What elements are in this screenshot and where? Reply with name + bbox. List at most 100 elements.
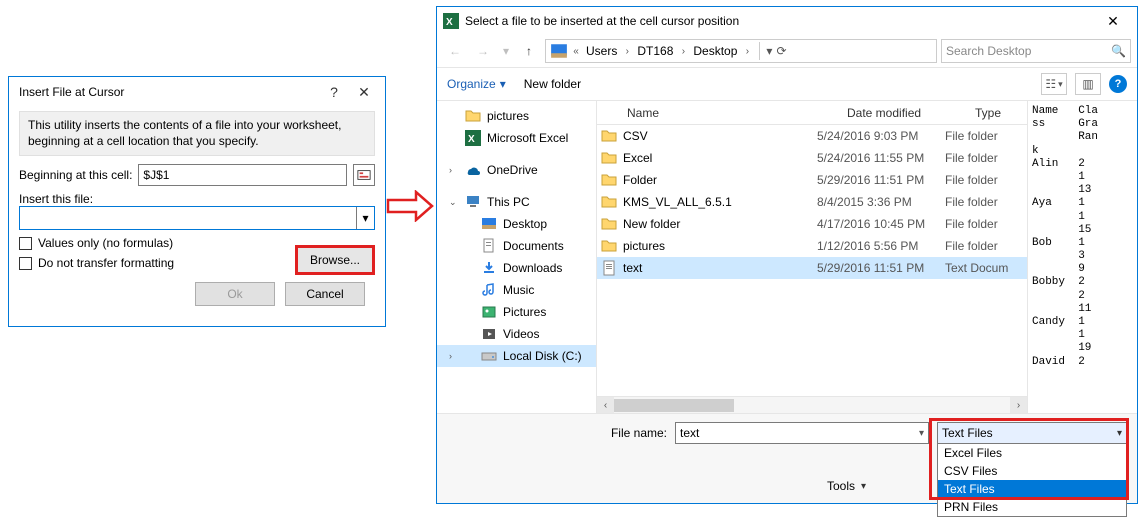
no-transfer-formatting-checkbox[interactable] — [19, 257, 32, 270]
filter-option[interactable]: CSV Files — [938, 462, 1126, 480]
beginning-cell-input[interactable] — [138, 164, 347, 186]
file-date: 5/29/2016 11:51 PM — [817, 261, 945, 275]
preview-pane-button[interactable]: ▥ — [1075, 73, 1101, 95]
help-icon[interactable]: ? — [1109, 75, 1127, 93]
file-name: Folder — [621, 173, 817, 187]
filter-option[interactable]: Excel Files — [938, 444, 1126, 462]
organize-menu[interactable]: Organize▾ — [447, 77, 506, 91]
close-button[interactable]: ✕ — [349, 81, 379, 103]
music-icon — [481, 282, 497, 298]
insert-file-dialog: Insert File at Cursor ? ✕ This utility i… — [8, 76, 386, 327]
up-button[interactable]: ↑ — [517, 39, 541, 63]
forward-button[interactable]: → — [471, 39, 495, 63]
scroll-left-button[interactable]: ‹ — [597, 397, 614, 414]
file-row[interactable]: text5/29/2016 11:51 PMText Docum — [597, 257, 1027, 279]
chevron-right-icon[interactable]: › — [449, 351, 459, 361]
cancel-button[interactable]: Cancel — [285, 282, 365, 306]
nav-documents[interactable]: Documents — [437, 235, 596, 257]
nav-onedrive[interactable]: ›OneDrive — [437, 159, 596, 181]
help-button[interactable]: ? — [319, 81, 349, 103]
beginning-cell-label: Beginning at this cell: — [19, 168, 132, 182]
nav-music[interactable]: Music — [437, 279, 596, 301]
file-row[interactable]: Excel5/24/2016 11:55 PMFile folder — [597, 147, 1027, 169]
file-type-filter[interactable]: Text Files▾ — [937, 422, 1127, 444]
file-type: Text Docum — [945, 261, 1027, 275]
scroll-thumb[interactable] — [614, 399, 734, 412]
history-dropdown[interactable]: ▾ — [499, 39, 513, 63]
onedrive-icon — [465, 162, 481, 178]
values-only-label: Values only (no formulas) — [38, 236, 173, 250]
file-picker-bottom: File name: text▾ Text Files▾ Excel Files… — [437, 413, 1137, 503]
refresh-icon[interactable]: ⟳ — [776, 44, 786, 58]
file-row[interactable]: New folder4/17/2016 10:45 PMFile folder — [597, 213, 1027, 235]
chevron-down-icon[interactable]: ▾ — [766, 44, 772, 58]
new-folder-button[interactable]: New folder — [524, 77, 581, 91]
file-date: 5/24/2016 9:03 PM — [817, 129, 945, 143]
scroll-right-button[interactable]: › — [1010, 397, 1027, 414]
breadcrumb-item[interactable]: Users — [582, 44, 621, 58]
excel-icon: X — [465, 130, 481, 146]
cell-reference-picker-button[interactable] — [353, 164, 375, 186]
downloads-icon — [481, 260, 497, 276]
chevron-down-icon[interactable]: ▾ — [356, 207, 374, 229]
nav-videos[interactable]: Videos — [437, 323, 596, 345]
folder-icon — [597, 150, 621, 166]
file-type: File folder — [945, 239, 1027, 253]
filter-option[interactable]: Text Files — [938, 480, 1126, 498]
breadcrumb-item[interactable]: Desktop — [689, 44, 741, 58]
nav-excel[interactable]: XMicrosoft Excel — [437, 127, 596, 149]
file-row[interactable]: KMS_VL_ALL_6.5.18/4/2015 3:36 PMFile fol… — [597, 191, 1027, 213]
drive-icon — [481, 348, 497, 364]
folder-icon — [597, 172, 621, 188]
insert-file-combobox[interactable]: ▾ — [19, 206, 375, 230]
tools-menu[interactable]: Tools▾ — [827, 479, 866, 493]
view-mode-button[interactable]: ☷ ▾ — [1041, 73, 1067, 95]
chevron-down-icon[interactable]: ▾ — [1117, 428, 1122, 439]
col-date[interactable]: Date modified — [841, 106, 969, 120]
svg-text:X: X — [468, 134, 475, 145]
svg-text:X: X — [446, 17, 453, 28]
file-date: 5/29/2016 11:51 PM — [817, 173, 945, 187]
file-type-filter-dropdown[interactable]: Excel Files CSV Files Text Files PRN Fil… — [937, 444, 1127, 517]
close-button[interactable]: ✕ — [1091, 8, 1135, 34]
col-type[interactable]: Type — [969, 106, 1027, 120]
file-date: 5/24/2016 11:55 PM — [817, 151, 945, 165]
file-row[interactable]: CSV5/24/2016 9:03 PMFile folder — [597, 125, 1027, 147]
filter-option[interactable]: PRN Files — [938, 498, 1126, 516]
nav-desktop[interactable]: Desktop — [437, 213, 596, 235]
col-name[interactable]: Name — [621, 106, 841, 120]
chevron-right-icon: › — [741, 46, 753, 57]
chevron-down-icon: ▾ — [861, 481, 866, 492]
chevron-down-icon[interactable]: ⌄ — [449, 197, 459, 208]
file-row[interactable]: Folder5/29/2016 11:51 PMFile folder — [597, 169, 1027, 191]
nav-this-pc[interactable]: ⌄This PC — [437, 191, 596, 213]
ok-button[interactable]: Ok — [195, 282, 275, 306]
nav-tree[interactable]: pictures XMicrosoft Excel ›OneDrive ⌄Thi… — [437, 101, 597, 413]
nav-pictures[interactable]: Pictures — [437, 301, 596, 323]
back-button[interactable]: ← — [443, 39, 467, 63]
horizontal-scrollbar[interactable]: ‹ › — [597, 396, 1027, 413]
browse-button[interactable]: Browse... — [295, 245, 375, 275]
folder-icon — [597, 238, 621, 254]
file-type: File folder — [945, 195, 1027, 209]
chevron-down-icon[interactable]: ▾ — [919, 428, 924, 439]
documents-icon — [481, 238, 497, 254]
filename-input[interactable]: text▾ — [675, 422, 929, 444]
breadcrumb-bar[interactable]: « Users › DT168 › Desktop › ▾ ⟳ — [545, 39, 937, 63]
nav-local-disk-c[interactable]: ›Local Disk (C:) — [437, 345, 596, 367]
file-type: File folder — [945, 151, 1027, 165]
file-date: 4/17/2016 10:45 PM — [817, 217, 945, 231]
breadcrumb-item[interactable]: DT168 — [633, 44, 677, 58]
file-name: Excel — [621, 151, 817, 165]
nav-pictures[interactable]: pictures — [437, 105, 596, 127]
chevron-right-icon[interactable]: › — [449, 165, 459, 175]
file-name: New folder — [621, 217, 817, 231]
dialog-description: This utility inserts the contents of a f… — [19, 111, 375, 156]
search-input[interactable]: Search Desktop 🔍 — [941, 39, 1131, 63]
values-only-checkbox[interactable] — [19, 237, 32, 250]
preview-pane: Name Cla ss Gra Ran k Alin 2 1 13 Aya 1 … — [1027, 101, 1137, 413]
column-headers[interactable]: Name Date modified Type — [597, 101, 1027, 125]
file-row[interactable]: pictures1/12/2016 5:56 PMFile folder — [597, 235, 1027, 257]
file-picker-window: X Select a file to be inserted at the ce… — [436, 6, 1138, 504]
nav-downloads[interactable]: Downloads — [437, 257, 596, 279]
